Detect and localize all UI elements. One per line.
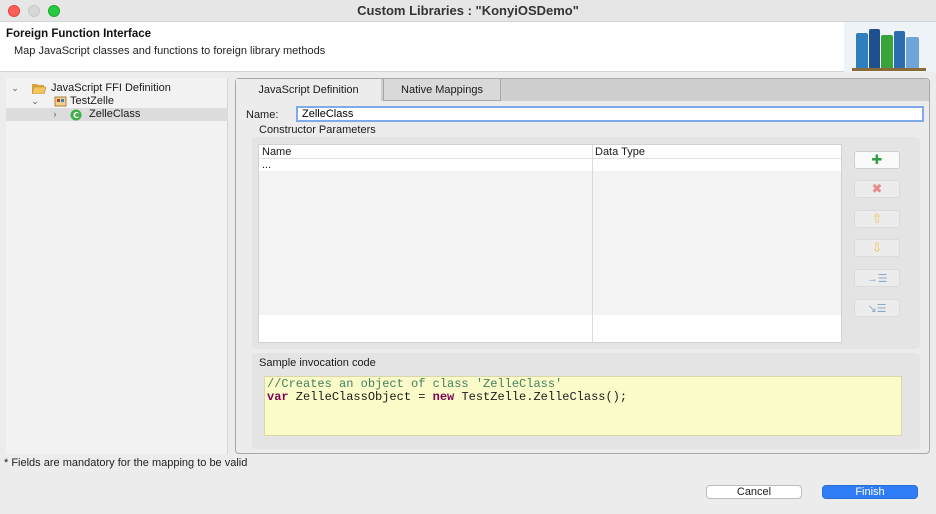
table-cell-name[interactable]: ...: [259, 159, 271, 171]
column-header-name[interactable]: Name: [259, 145, 592, 159]
indent-icon: →☰: [866, 273, 888, 285]
move-up-icon: ⇧: [871, 211, 883, 226]
code-keyword-new: new: [432, 390, 455, 404]
move-up-button[interactable]: ⇧: [854, 210, 900, 228]
add-icon: ✚: [871, 152, 883, 167]
header-description: Map JavaScript classes and functions to …: [14, 45, 326, 57]
window-title: Custom Libraries : "KonyiOSDemo": [357, 3, 579, 18]
ffi-tree: ⌄ JavaScript FFI Definition ⌄ TestZelle …: [6, 78, 228, 454]
code-comment: //Creates an object of class 'ZelleClass…: [267, 377, 563, 391]
column-divider: [592, 145, 593, 342]
indent-button[interactable]: →☰: [854, 269, 900, 287]
code-keyword-var: var: [267, 390, 289, 404]
name-label: Name:: [246, 109, 279, 121]
table-row[interactable]: [259, 159, 841, 171]
svg-text:C: C: [73, 111, 79, 120]
mandatory-fields-note: * Fields are mandatory for the mapping t…: [4, 457, 248, 469]
tree-item-label: JavaScript FFI Definition: [51, 82, 171, 94]
definition-tab-folder: JavaScript Definition Native Mappings Na…: [235, 78, 930, 454]
tree-item-testzelle[interactable]: ⌄ TestZelle: [6, 95, 228, 108]
column-header-data-type[interactable]: Data Type: [592, 145, 841, 159]
finish-button[interactable]: Finish: [822, 485, 918, 499]
constructor-parameters-group: Name Data Type ... ✚ ✖ ⇧ ⇩ →☰ ↘☰: [252, 137, 920, 349]
header-title: Foreign Function Interface: [6, 28, 152, 40]
chevron-right-icon[interactable]: ›: [50, 108, 60, 121]
custom-libraries-dialog: Custom Libraries : "KonyiOSDemo" Foreign…: [0, 0, 936, 514]
tree-item-ffi-definition[interactable]: ⌄ JavaScript FFI Definition: [6, 82, 228, 95]
title-bar: Custom Libraries : "KonyiOSDemo": [0, 0, 936, 22]
code-text: TestZelle.ZelleClass();: [454, 390, 628, 404]
parameters-table[interactable]: Name Data Type ...: [258, 144, 842, 343]
chevron-down-icon[interactable]: ⌄: [10, 82, 20, 95]
books-banner-icon: [844, 22, 936, 72]
outdent-icon: ↘☰: [867, 303, 887, 315]
add-parameter-button[interactable]: ✚: [854, 151, 900, 169]
tree-item-label: TestZelle: [70, 95, 115, 107]
sample-invocation-group: Sample invocation code //Creates an obje…: [252, 353, 920, 449]
table-empty-area: [259, 171, 841, 315]
tab-javascript-definition[interactable]: JavaScript Definition: [236, 79, 381, 101]
wizard-header: Foreign Function Interface Map JavaScrip…: [0, 22, 936, 72]
sample-code-block[interactable]: //Creates an object of class 'ZelleClass…: [264, 376, 902, 436]
chevron-down-icon[interactable]: ⌄: [30, 95, 40, 108]
folder-open-icon: [31, 83, 47, 95]
code-text: ZelleClassObject =: [288, 390, 433, 404]
move-down-icon: ⇩: [871, 240, 883, 255]
outdent-button[interactable]: ↘☰: [854, 299, 900, 317]
sample-invocation-label: Sample invocation code: [259, 357, 376, 369]
library-icon: [54, 96, 67, 107]
constructor-parameters-label: Constructor Parameters: [259, 124, 376, 136]
delete-parameter-button[interactable]: ✖: [854, 180, 900, 198]
class-icon: C: [70, 109, 82, 121]
name-input[interactable]: [296, 106, 924, 122]
tree-item-label: ZelleClass: [89, 108, 141, 120]
tree-item-zelleclass[interactable]: › C ZelleClass: [6, 108, 228, 121]
move-down-button[interactable]: ⇩: [854, 239, 900, 257]
cancel-button[interactable]: Cancel: [706, 485, 802, 499]
tab-native-mappings[interactable]: Native Mappings: [383, 79, 501, 101]
delete-icon: ✖: [871, 181, 883, 196]
